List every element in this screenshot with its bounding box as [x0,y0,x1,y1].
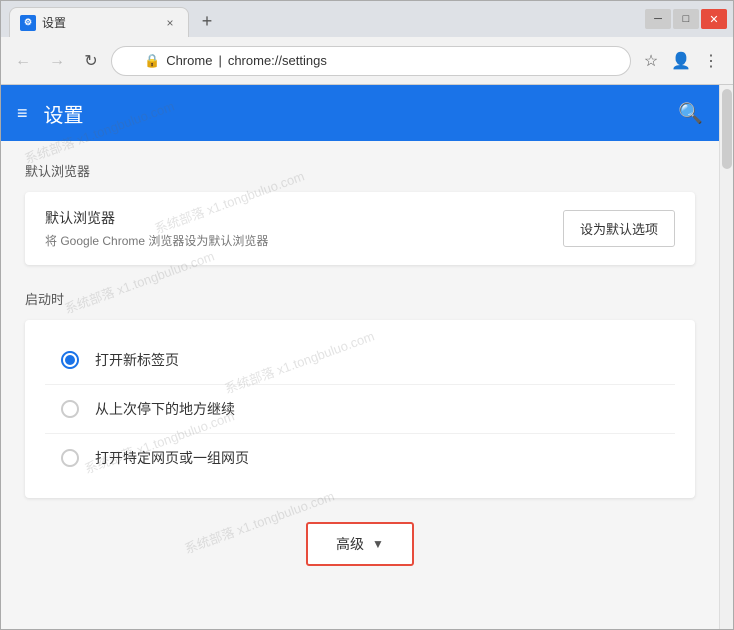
menu-icon: ⋮ [703,51,719,71]
tab-title: 设置 [42,14,156,31]
startup-option-specific-pages-label: 打开特定网页或一组网页 [95,448,249,468]
url-separator: | [218,53,221,68]
hamburger-menu-icon[interactable]: ≡ [17,103,28,124]
back-button[interactable]: ← [9,47,37,75]
startup-option-continue[interactable]: 从上次停下的地方继续 [45,385,675,434]
active-tab[interactable]: ⚙ 设置 × [9,7,189,37]
bookmark-icon: ☆ [644,51,658,71]
default-browser-label: 默认浏览器 [45,208,268,228]
advanced-button-label: 高级 [336,534,364,554]
default-browser-row: 默认浏览器 将 Google Chrome 浏览器设为默认浏览器 设为默认选项 [45,208,675,249]
url-display: 🔒 Chrome | chrome://settings [144,53,327,69]
advanced-button[interactable]: 高级 ▼ [306,522,414,566]
account-button[interactable]: 👤 [667,47,695,75]
settings-header: ≡ 设置 🔍 [1,85,719,141]
settings-search-button[interactable]: 🔍 [678,101,703,126]
default-browser-description: 将 Google Chrome 浏览器设为默认浏览器 [45,232,268,249]
default-browser-info: 默认浏览器 将 Google Chrome 浏览器设为默认浏览器 [45,208,268,249]
new-tab-button[interactable]: + [193,7,221,35]
address-input[interactable]: 🔒 Chrome | chrome://settings [111,46,631,76]
url-prefix: Chrome [166,53,212,68]
scrollbar-thumb[interactable] [722,89,732,169]
forward-button[interactable]: → [43,47,71,75]
address-bar: ← → ↻ 🔒 Chrome | chrome://settings ☆ 👤 [1,37,733,85]
minimize-button[interactable]: ─ [645,9,671,29]
settings-page: ≡ 设置 🔍 默认浏览器 默认浏览器 将 Google Chrome 浏览器设为… [1,85,719,629]
startup-section-title: 启动时 [25,289,695,308]
chevron-down-icon: ▼ [372,537,384,551]
startup-option-new-tab[interactable]: 打开新标签页 [45,336,675,385]
menu-button[interactable]: ⋮ [697,47,725,75]
startup-option-new-tab-label: 打开新标签页 [95,350,179,370]
browser-content: ≡ 设置 🔍 默认浏览器 默认浏览器 将 Google Chrome 浏览器设为… [1,85,733,629]
search-icon: 🔍 [678,103,703,125]
toolbar-icons: ☆ 👤 ⋮ [637,47,725,75]
url-path: chrome://settings [228,53,327,68]
startup-option-continue-label: 从上次停下的地方继续 [95,399,235,419]
scrollbar-track[interactable] [719,85,733,629]
tab-area: ⚙ 设置 × + [1,1,645,37]
settings-body: 默认浏览器 默认浏览器 将 Google Chrome 浏览器设为默认浏览器 设… [1,141,719,629]
maximize-button[interactable]: □ [673,9,699,29]
title-bar: ⚙ 设置 × + ─ □ ✕ [1,1,733,37]
bookmark-button[interactable]: ☆ [637,47,665,75]
radio-button-specific-pages[interactable] [61,449,79,467]
refresh-button[interactable]: ↻ [77,47,105,75]
settings-page-title: 设置 [44,99,679,128]
window-controls: ─ □ ✕ [645,5,733,37]
lock-icon: 🔒 [144,53,160,69]
default-browser-section-title: 默认浏览器 [25,161,695,180]
radio-button-new-tab[interactable] [61,351,79,369]
advanced-section: 高级 ▼ [25,522,695,566]
default-browser-card: 默认浏览器 将 Google Chrome 浏览器设为默认浏览器 设为默认选项 [25,192,695,265]
account-icon: 👤 [671,51,691,71]
close-button[interactable]: ✕ [701,9,727,29]
tab-close-button[interactable]: × [162,15,178,31]
startup-radio-group: 打开新标签页 从上次停下的地方继续 打开特定网页或一组网页 [45,336,675,482]
tab-favicon: ⚙ [20,15,36,31]
set-default-button[interactable]: 设为默认选项 [563,210,675,247]
radio-button-continue[interactable] [61,400,79,418]
startup-options-card: 打开新标签页 从上次停下的地方继续 打开特定网页或一组网页 [25,320,695,498]
startup-option-specific-pages[interactable]: 打开特定网页或一组网页 [45,434,675,482]
